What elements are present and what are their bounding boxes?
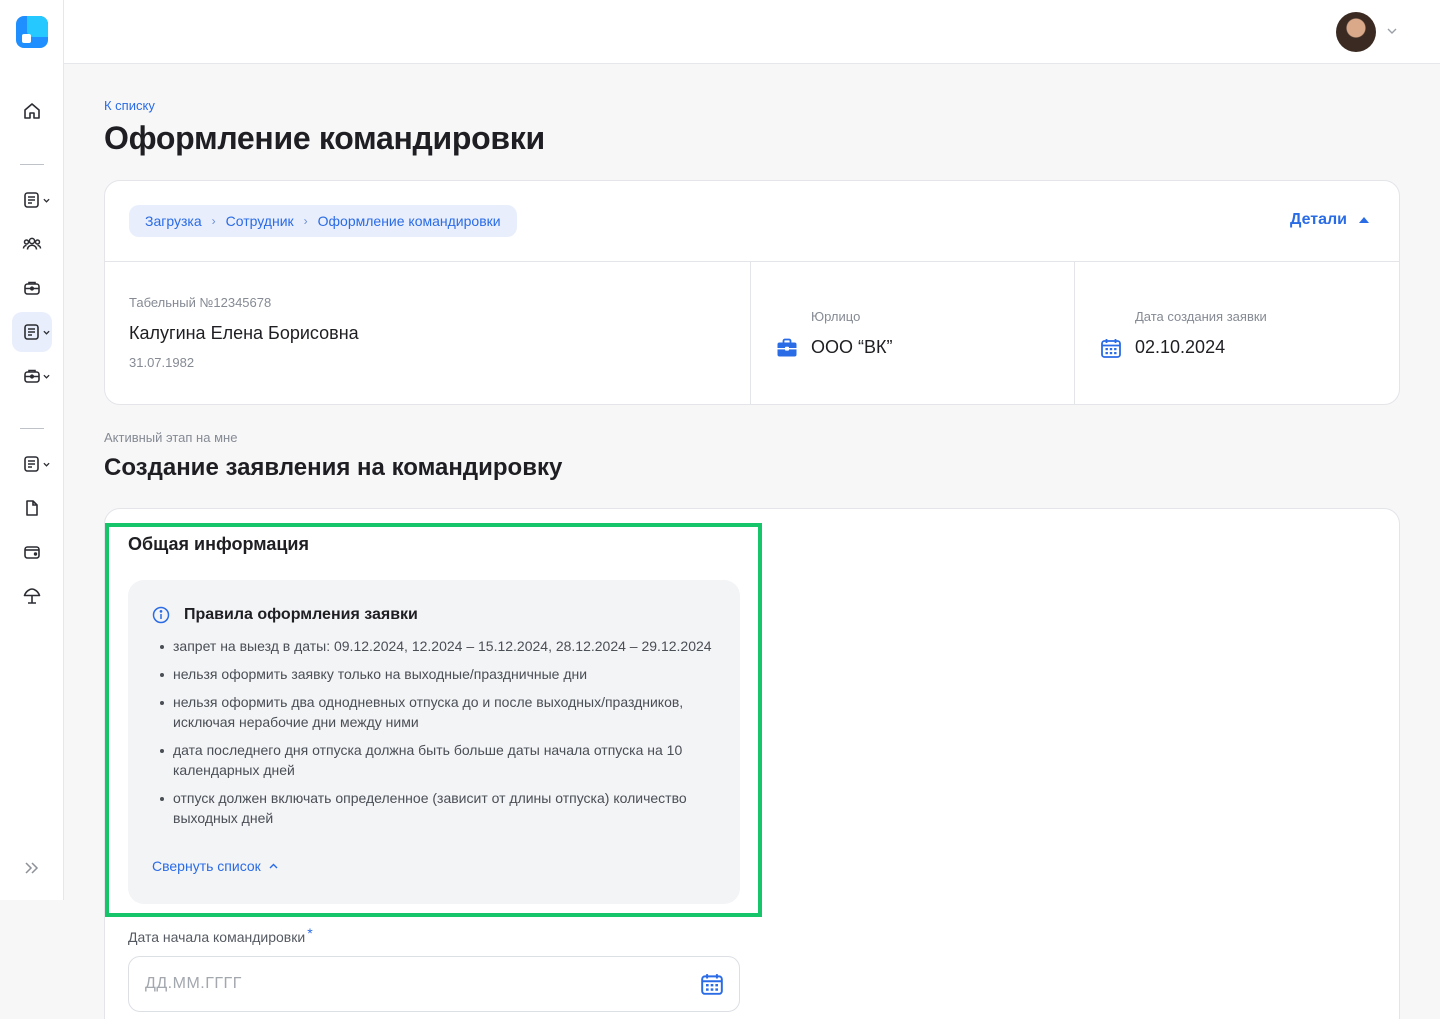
rules-list: запрет на выезд в даты: 09.12.2024, 12.2…	[152, 636, 722, 836]
users-icon	[22, 237, 42, 250]
sidebar-item-vacation[interactable]	[12, 576, 52, 616]
calendar-icon[interactable]	[700, 972, 724, 996]
document-icon	[24, 456, 39, 472]
details-label: Детали	[1289, 211, 1347, 228]
umbrella-icon	[23, 588, 41, 604]
list-item: дата последнего дня отпуска должна быть …	[152, 740, 722, 780]
rules-title: Правила оформления заявки	[184, 606, 418, 623]
briefcase-icon	[24, 369, 40, 383]
info-icon	[152, 606, 170, 624]
sidebar-divider	[20, 428, 44, 429]
sidebar-item-users[interactable]	[12, 224, 52, 264]
list-item: нельзя оформить два однодневных отпуска …	[152, 692, 722, 732]
stage-title: Создание заявления на командировку	[104, 454, 563, 481]
document-icon	[24, 192, 39, 208]
sidebar-divider	[20, 164, 44, 165]
details-toggle-button[interactable]: Детали	[1290, 211, 1369, 229]
legal-entity-label: Юрлицо	[811, 309, 861, 324]
created-date-value: 02.10.2024	[1135, 337, 1226, 357]
card-divider	[1074, 261, 1075, 404]
stage-label: Активный этап на мне	[104, 430, 238, 445]
chevron-right-icon: ›	[211, 214, 216, 228]
created-date-label: Дата создания заявки	[1135, 309, 1267, 324]
document-icon	[24, 324, 39, 340]
chevron-down-icon[interactable]	[1387, 27, 1397, 35]
section-title: Общая информация	[128, 534, 309, 554]
required-mark: *	[307, 925, 313, 941]
sidebar-item-documents-2[interactable]	[12, 312, 52, 352]
home-icon	[24, 103, 40, 119]
list-item: нельзя оформить заявку только на выходны…	[152, 664, 722, 684]
top-bar	[64, 0, 1440, 64]
card-divider	[105, 261, 1399, 262]
avatar[interactable]	[1336, 12, 1376, 52]
sidebar-expand-button[interactable]	[12, 848, 52, 888]
collapse-list-label: Свернуть список	[152, 858, 261, 874]
sidebar-item-documents-3[interactable]	[12, 444, 52, 484]
back-to-list-link[interactable]: К списку	[104, 98, 155, 113]
employee-name: Калугина Елена Борисовна	[129, 323, 359, 343]
start-date-label: Дата начала командировки *	[128, 925, 313, 945]
sidebar-item-trips-2[interactable]	[12, 356, 52, 396]
rules-header: Правила оформления заявки	[152, 606, 418, 624]
employee-dob: 31.07.1982	[129, 355, 195, 370]
breadcrumb: Загрузка › Сотрудник › Оформление команд…	[129, 205, 517, 237]
wallet-icon	[24, 546, 40, 559]
request-summary-card: Загрузка › Сотрудник › Оформление команд…	[104, 180, 1400, 405]
breadcrumb-item-upload[interactable]: Загрузка	[145, 213, 202, 229]
page-title: Оформление командировки	[104, 120, 545, 156]
chevron-down-icon	[43, 198, 50, 203]
app-logo[interactable]	[16, 16, 48, 48]
sidebar-item-trips[interactable]	[12, 268, 52, 308]
legal-entity-value: ООО “ВК”	[811, 337, 893, 357]
employee-number: Табельный №12345678	[129, 295, 272, 310]
caret-up-icon	[1359, 217, 1369, 223]
briefcase-icon	[24, 281, 40, 295]
start-date-label-text: Дата начала командировки	[128, 929, 306, 945]
breadcrumb-item-employee[interactable]: Сотрудник	[226, 213, 294, 229]
briefcase-icon	[777, 338, 797, 357]
expand-icon	[25, 862, 39, 874]
list-item: отпуск должен включать определенное (зав…	[152, 788, 722, 828]
file-icon	[26, 500, 38, 516]
rules-panel: Правила оформления заявки запрет на выез…	[128, 580, 740, 904]
list-item: запрет на выезд в даты: 09.12.2024, 12.2…	[152, 636, 722, 656]
calendar-icon	[1101, 339, 1121, 358]
chevron-down-icon	[43, 374, 50, 379]
sidebar-item-home[interactable]	[12, 91, 52, 131]
sidebar-item-files[interactable]	[12, 488, 52, 528]
start-date-input[interactable]	[128, 956, 740, 1012]
sidebar	[0, 0, 64, 900]
chevron-up-icon	[269, 863, 278, 869]
sidebar-item-documents-1[interactable]	[12, 180, 52, 220]
sidebar-item-wallet[interactable]	[12, 532, 52, 572]
card-divider	[750, 261, 751, 404]
chevron-down-icon	[43, 330, 50, 335]
chevron-down-icon	[43, 462, 50, 467]
breadcrumb-item-trip[interactable]: Оформление командировки	[318, 213, 501, 229]
chevron-right-icon: ›	[303, 214, 308, 228]
collapse-list-button[interactable]: Свернуть список	[152, 858, 278, 874]
